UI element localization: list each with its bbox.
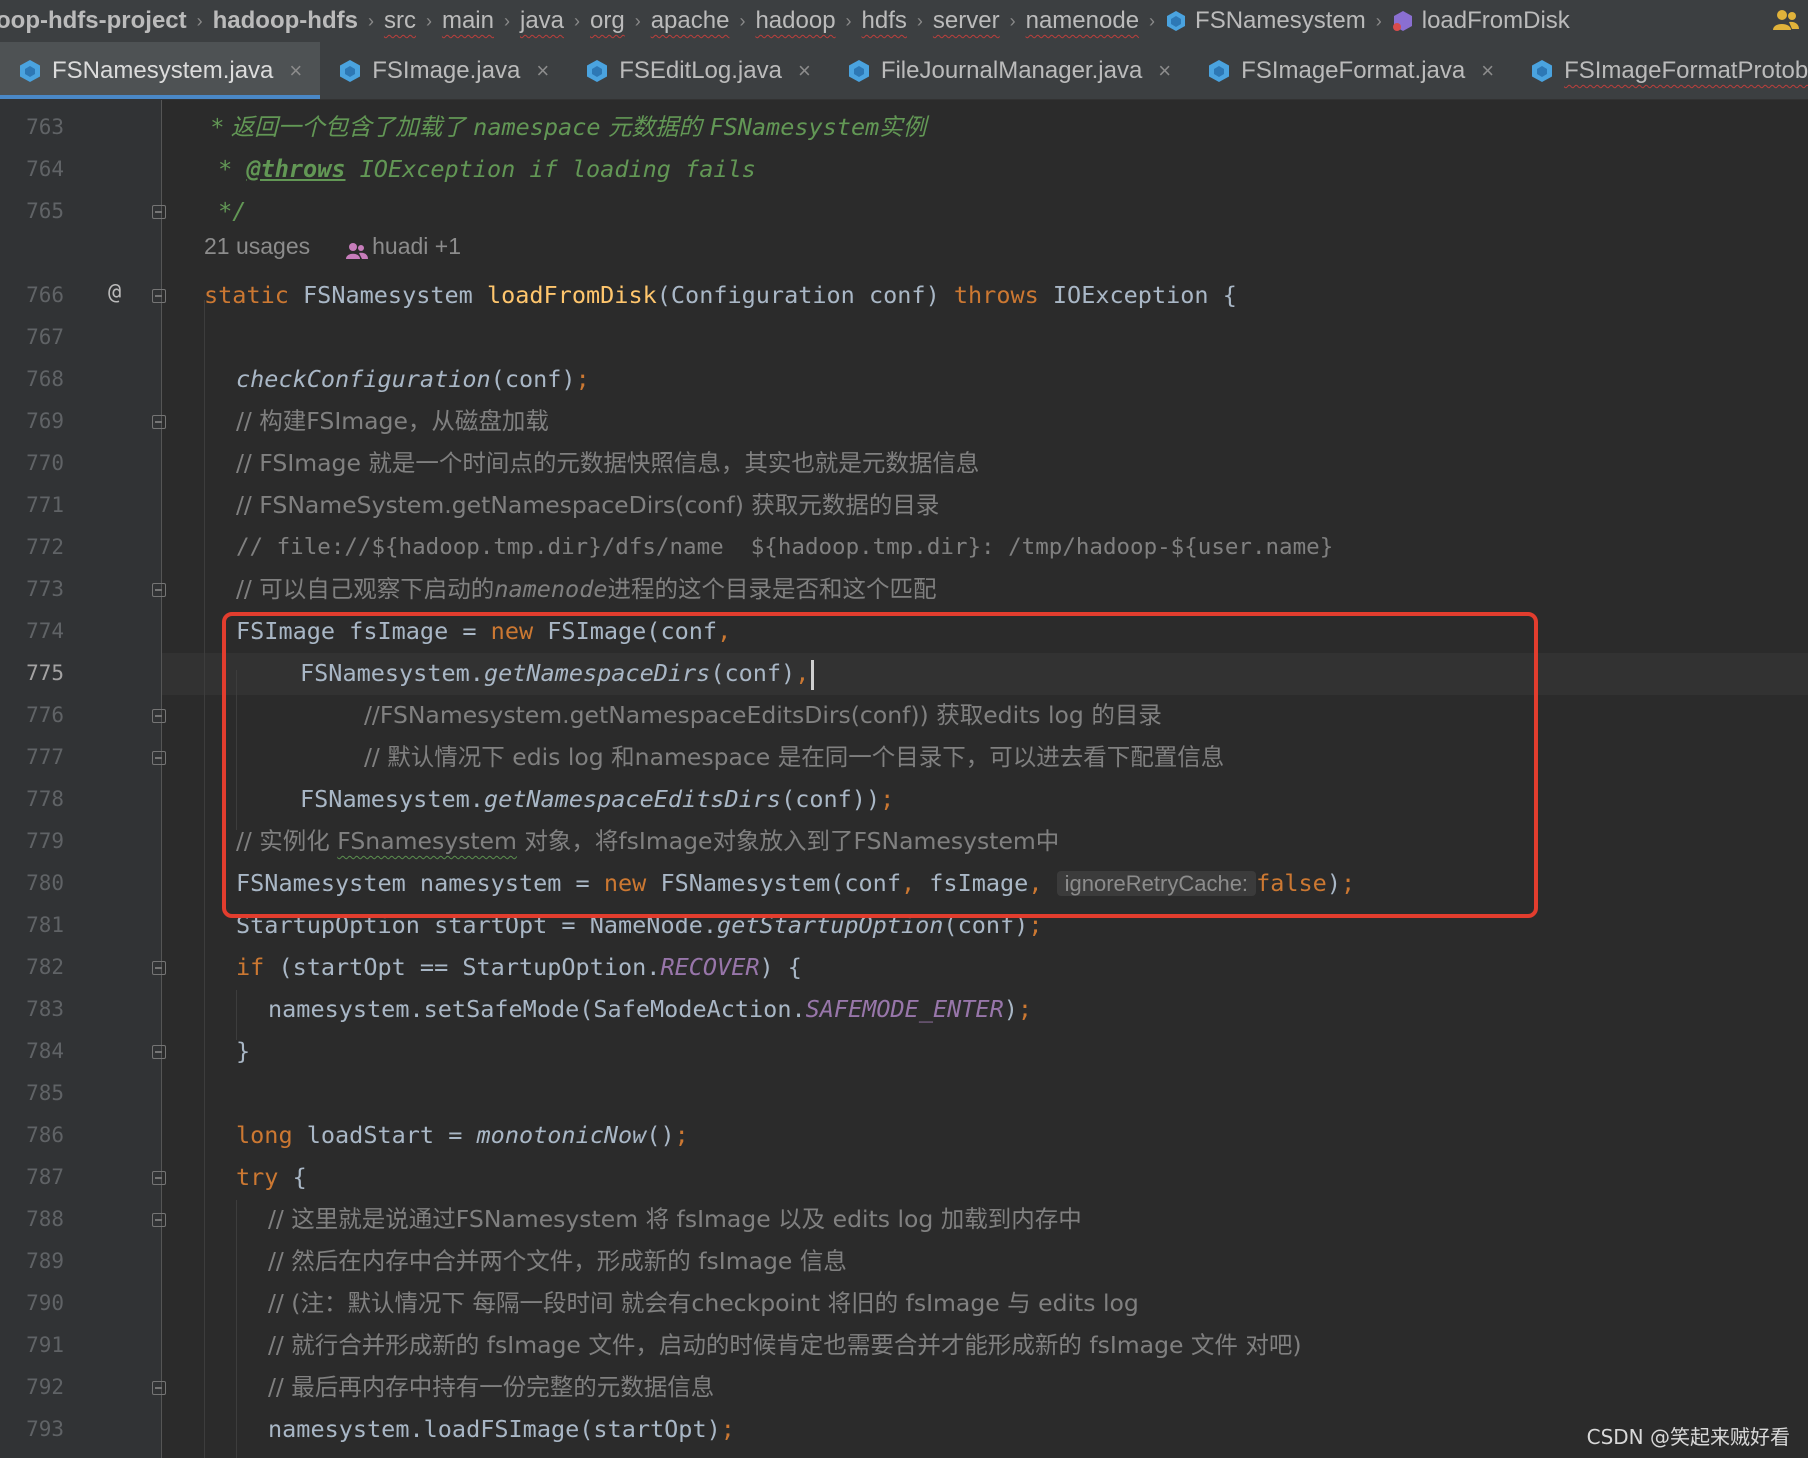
code-line-770: // FSImage 就是一个时间点的元数据快照信息，其实也就是元数据信息 <box>236 449 980 477</box>
code-line-783: namesystem.setSafeMode(SafeModeAction.SA… <box>268 995 1033 1023</box>
usages-inlay[interactable]: 21 usages huadi +1 <box>204 233 461 260</box>
code-line-768: checkConfiguration(conf); <box>236 365 590 393</box>
annotation-highlight-box <box>222 612 1538 918</box>
code-line-763: * 返回一个包含了加载了 namespace 元数据的 FSNamesystem… <box>204 113 927 141</box>
code-line-769: // 构建FSImage，从磁盘加载 <box>236 407 549 435</box>
watermark: CSDN @笑起来贼好看 <box>1586 1425 1790 1449</box>
code-line-793: namesystem.loadFSImage(startOpt); <box>268 1415 735 1443</box>
code-line-765: */ <box>204 197 247 225</box>
code-line-786: long loadStart = monotonicNow(); <box>236 1121 689 1149</box>
code-line-789: // 然后在内存中合并两个文件，形成新的 fsImage 信息 <box>268 1247 847 1275</box>
code-line-773: // 可以自己观察下启动的namenode进程的这个目录是否和这个匹配 <box>236 575 937 603</box>
author-icon <box>346 239 369 259</box>
code-line-782: if (startOpt == StartupOption.RECOVER) { <box>236 953 802 981</box>
authors-label[interactable]: huadi +1 <box>372 233 461 259</box>
code-line-766: static FSNamesystem loadFromDisk(Configu… <box>204 281 1237 309</box>
code-line-764: * @throws IOException if loading fails <box>204 155 756 183</box>
code-line-790: // (注：默认情况下 每隔一段时间 就会有checkpoint 将旧的 fsI… <box>268 1289 1139 1317</box>
code-line-784: } <box>236 1037 251 1065</box>
usages-count[interactable]: 21 usages <box>204 233 310 259</box>
code-line-772: // file://${hadoop.tmp.dir}/dfs/name ${h… <box>236 534 1334 560</box>
code-line-787: try { <box>236 1163 307 1191</box>
code-line-791: // 就行合并形成新的 fsImage 文件，启动的时候肯定也需要合并才能形成新… <box>268 1331 1302 1359</box>
code-line-792: // 最后再内存中持有一份完整的元数据信息 <box>268 1373 715 1401</box>
code-line-771: // FSNameSystem.getNamespaceDirs(conf) 获… <box>236 491 940 519</box>
code-line-788: // 这里就是说通过FSNamesystem 将 fsImage 以及 edit… <box>268 1205 1082 1233</box>
